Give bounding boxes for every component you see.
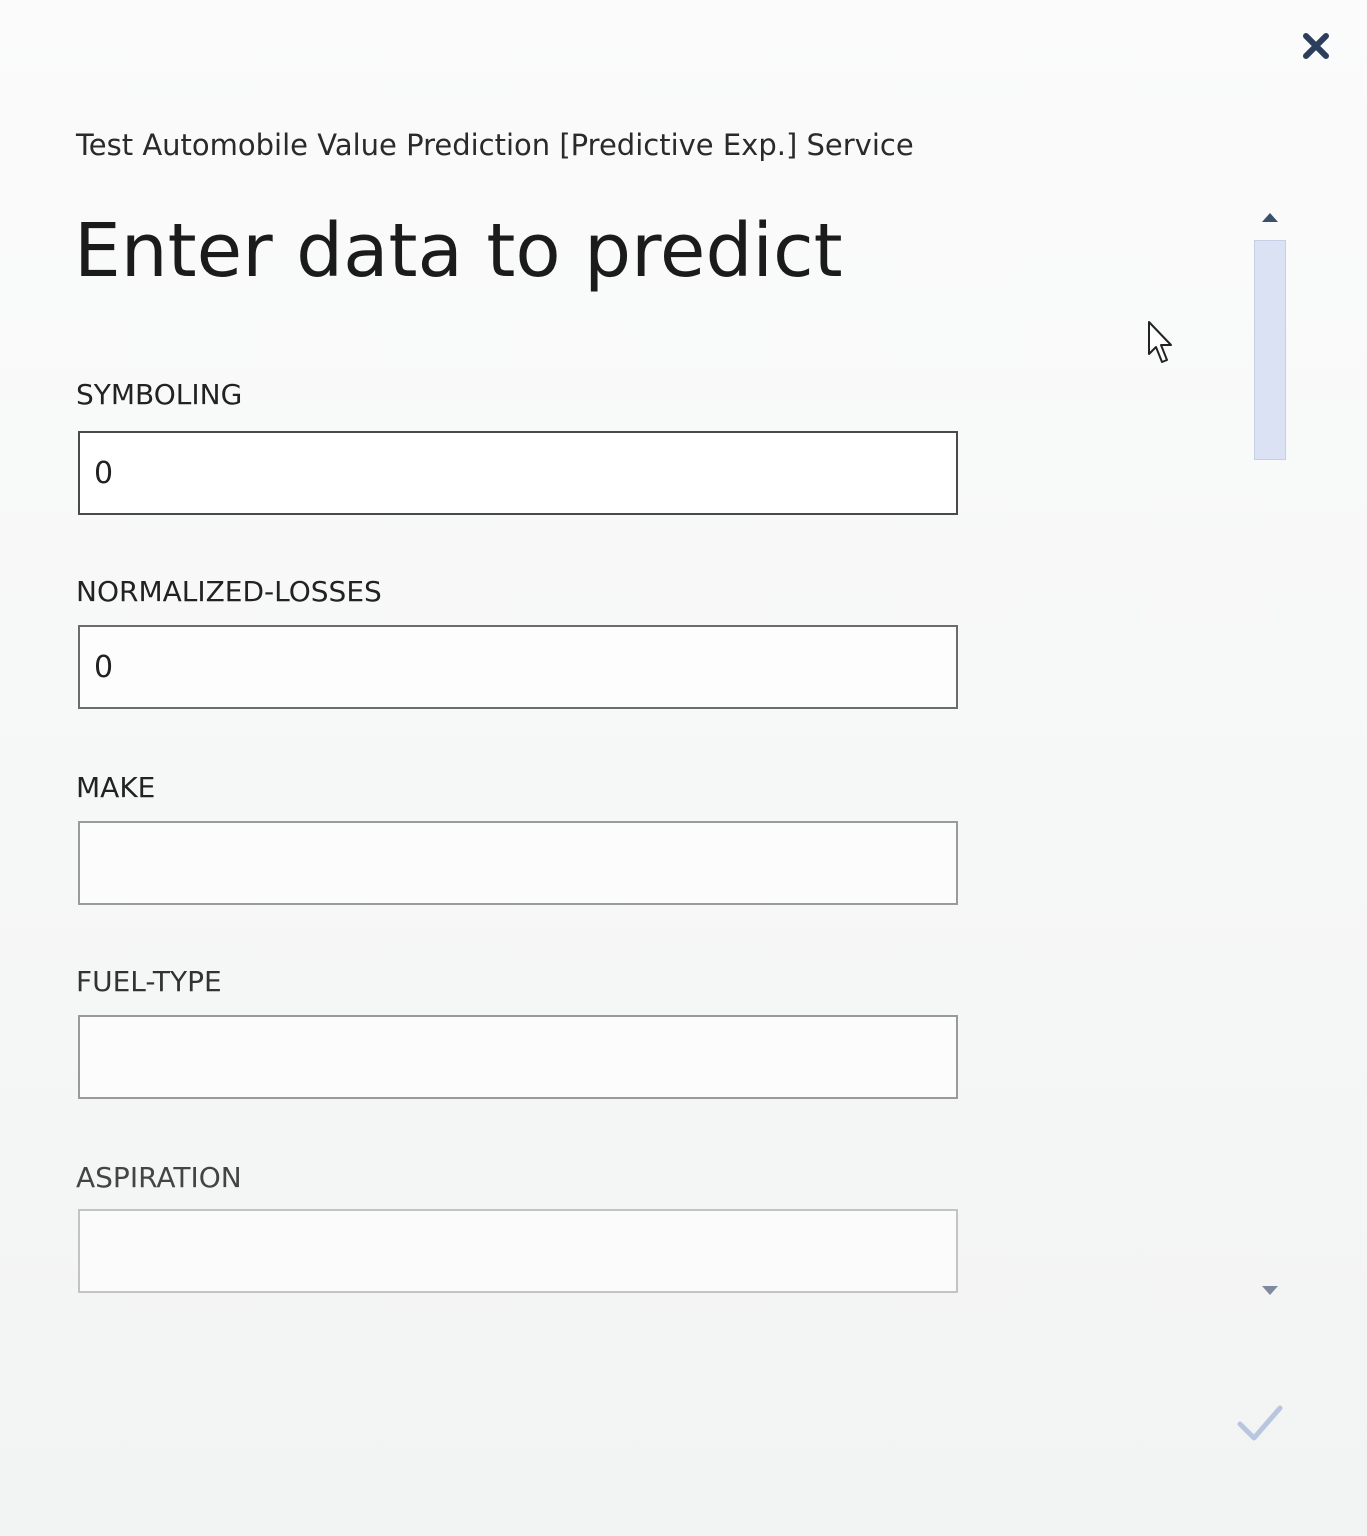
close-button[interactable] (1296, 26, 1336, 66)
arrow-down-icon (1262, 1286, 1278, 1295)
normalized-losses-input[interactable] (78, 625, 958, 709)
checkmark-icon (1237, 1405, 1283, 1441)
mouse-cursor-icon (1148, 321, 1172, 363)
symboling-input[interactable] (78, 431, 958, 515)
scroll-up-button[interactable] (1248, 192, 1292, 236)
close-icon (1303, 33, 1329, 59)
page-title: Enter data to predict (74, 208, 843, 294)
normalized-losses-label: NORMALIZED-LOSSES (76, 575, 382, 608)
make-input[interactable] (78, 821, 958, 905)
symboling-label: SYMBOLING (76, 378, 243, 411)
vertical-scrollbar[interactable] (1248, 192, 1292, 1312)
aspiration-label: ASPIRATION (76, 1161, 242, 1194)
make-label: MAKE (76, 771, 156, 804)
scroll-thumb[interactable] (1254, 240, 1286, 460)
scroll-down-button[interactable] (1248, 1272, 1292, 1312)
arrow-up-icon (1262, 213, 1278, 222)
predict-dialog: Test Automobile Value Prediction [Predic… (0, 0, 1367, 1536)
aspiration-input[interactable] (78, 1209, 958, 1293)
fuel-type-input[interactable] (78, 1015, 958, 1099)
fuel-type-label: FUEL-TYPE (76, 965, 222, 998)
service-title: Test Automobile Value Prediction [Predic… (76, 128, 914, 162)
submit-button[interactable] (1232, 1396, 1288, 1452)
